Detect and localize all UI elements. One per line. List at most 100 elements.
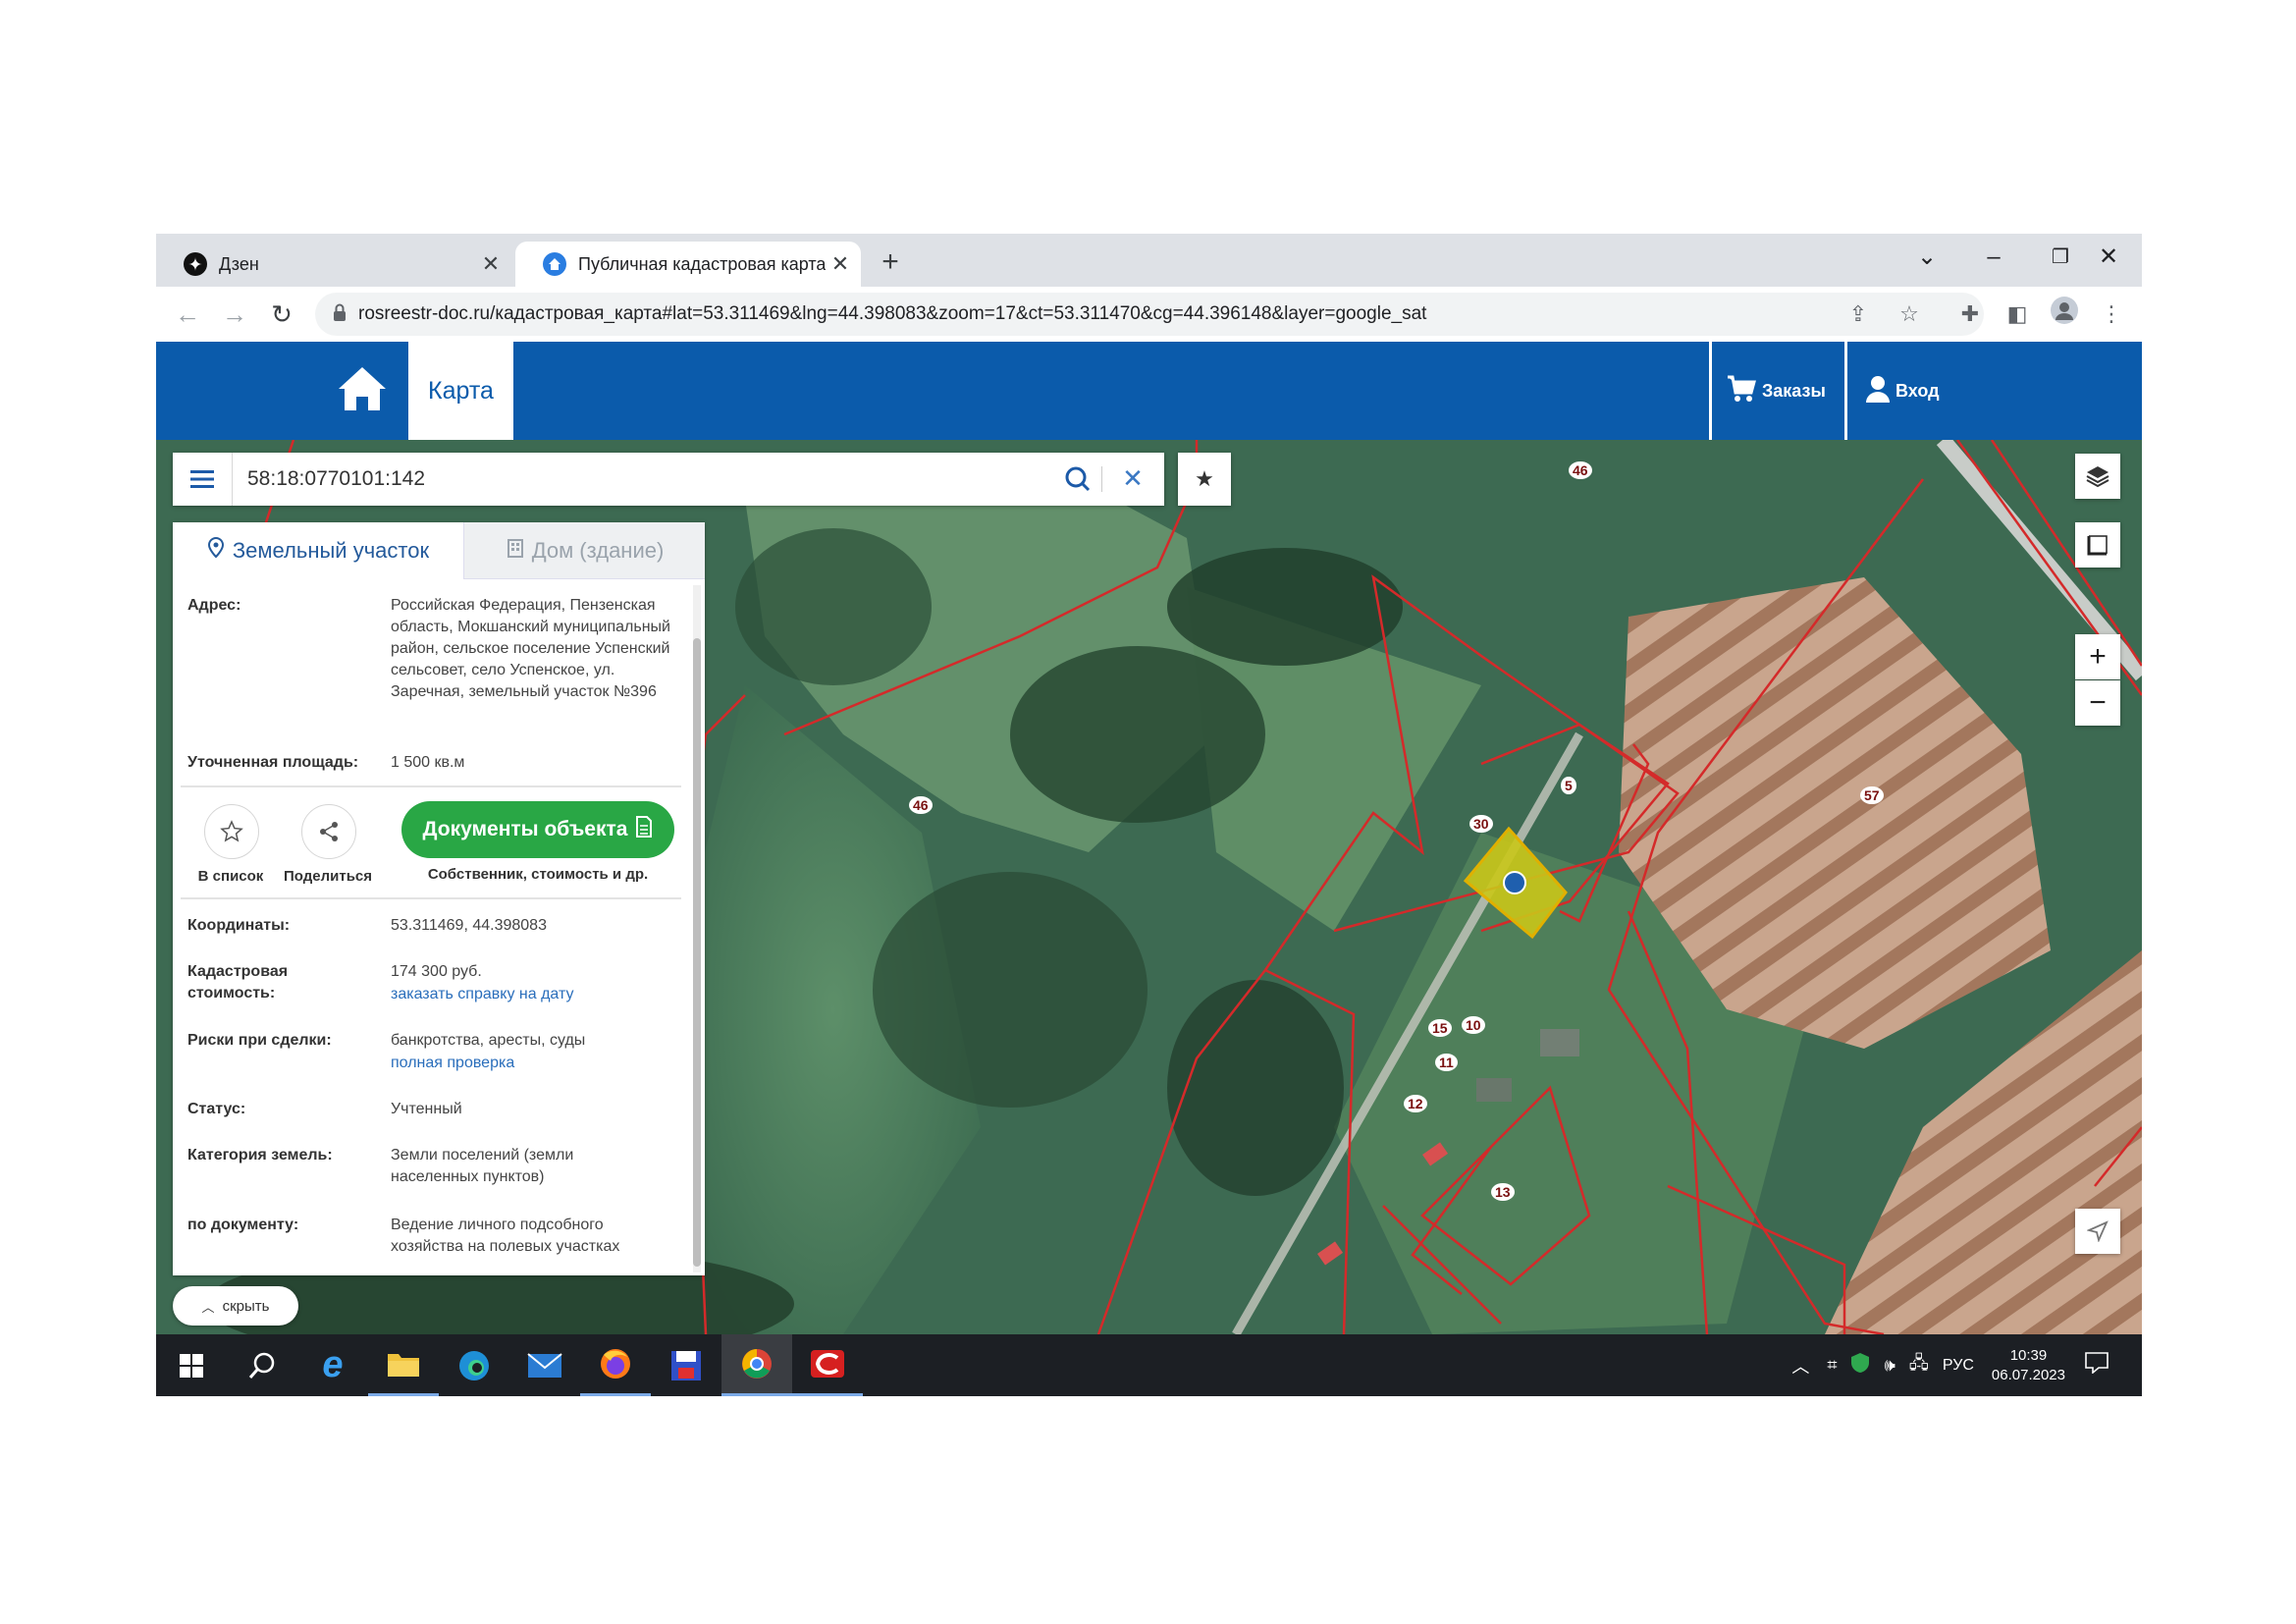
panel-tabs: Земельный участок Дом (здание)	[173, 522, 705, 579]
security-shield-icon[interactable]	[1850, 1352, 1870, 1379]
profile-avatar-icon[interactable]	[2047, 297, 2082, 332]
coordinates-label: Координаты:	[187, 917, 291, 934]
start-button[interactable]	[156, 1334, 227, 1396]
close-icon[interactable]: ✕	[476, 251, 506, 277]
search-taskbar-button[interactable]	[227, 1334, 297, 1396]
parcel-number-label: 46	[909, 796, 933, 814]
meeting-icon[interactable]: ⌗	[1827, 1355, 1837, 1376]
object-info-panel: Земельный участок Дом (здание) Адрес: Ро…	[173, 522, 705, 1275]
hide-panel-button[interactable]: ︿ скрыть	[173, 1286, 298, 1326]
window-close-button[interactable]: ✕	[2075, 238, 2142, 277]
volume-icon[interactable]: 🕪	[1884, 1355, 1895, 1376]
tab-house-building[interactable]: Дом (здание)	[463, 522, 705, 579]
share-icon	[320, 822, 338, 841]
search-icon[interactable]	[1063, 464, 1093, 494]
nav-tab-map[interactable]: Карта	[408, 342, 513, 440]
tab-dzen[interactable]: Дзен ✕	[156, 242, 511, 287]
browser-menu-icon[interactable]: ⋮	[2094, 297, 2129, 332]
clock[interactable]: 10:39 06.07.2023	[1992, 1346, 2065, 1385]
divider	[181, 785, 681, 787]
hide-label: скрыть	[222, 1297, 270, 1315]
file-explorer-icon[interactable]	[368, 1334, 439, 1396]
parcel-number-label: 10	[1462, 1016, 1485, 1034]
cadastral-cost-value: 174 300 руб.	[391, 963, 482, 980]
clear-search-button[interactable]: ✕	[1115, 460, 1150, 496]
risks-value: банкротства, аресты, суды	[391, 1032, 586, 1049]
extensions-icon[interactable]: ✚	[1952, 297, 1988, 332]
by-document-value: Ведение личного подсобного хозяйства на …	[391, 1217, 620, 1255]
tab-label: Дом (здание)	[531, 537, 665, 563]
document-icon	[635, 816, 653, 843]
geolocate-button[interactable]	[2075, 1209, 2120, 1254]
close-icon[interactable]: ✕	[826, 251, 855, 277]
bookmark-star-icon[interactable]: ☆	[1892, 297, 1927, 332]
area-label: Уточненная площадь:	[187, 754, 359, 771]
side-panel-icon[interactable]: ◧	[2000, 297, 2035, 332]
navigation-arrow-icon	[2087, 1220, 2109, 1242]
parcel-number-label: 30	[1469, 815, 1493, 833]
parcel-number-label: 15	[1428, 1019, 1452, 1037]
parcel-number-label: 57	[1860, 786, 1884, 804]
docs-subtitle: Собственник, стоимость и др.	[427, 866, 649, 883]
user-icon	[1866, 375, 1890, 407]
hamburger-icon	[190, 470, 214, 488]
home-icon[interactable]	[333, 359, 392, 418]
parcel-number-label: 5	[1561, 777, 1576, 794]
search-divider	[1101, 466, 1102, 492]
dzen-icon	[184, 252, 207, 276]
cart-icon	[1727, 375, 1756, 407]
risks-label: Риски при сделки:	[187, 1032, 332, 1049]
firefox-icon[interactable]	[580, 1334, 651, 1396]
building-icon	[507, 538, 524, 564]
map-view[interactable]: 46 46 57 5 30 10 11 12 13 15 58:18:07701…	[156, 440, 2142, 1334]
share-button[interactable]	[301, 804, 356, 859]
forward-button[interactable]: →	[215, 295, 254, 334]
panel-scrollbar[interactable]	[693, 638, 701, 1267]
share-page-icon[interactable]: ⇪	[1841, 297, 1876, 332]
measure-ruler-button[interactable]	[2075, 522, 2120, 568]
header-divider	[1844, 342, 1847, 440]
menu-button[interactable]	[173, 453, 233, 506]
full-check-link[interactable]: полная проверка	[391, 1053, 670, 1074]
red-app-icon[interactable]	[792, 1334, 863, 1396]
tab-strip: Дзен ✕ Публичная кадастровая карта 2 ✕ +…	[156, 234, 2142, 287]
reload-button[interactable]: ↻	[262, 295, 301, 334]
notifications-icon[interactable]	[2085, 1352, 2109, 1379]
layers-button[interactable]	[2075, 454, 2120, 499]
header-divider	[1709, 342, 1712, 440]
address-bar[interactable]: rosreestr-doc.ru/кадастровая_карта#lat=5…	[315, 293, 1984, 336]
mail-icon[interactable]	[509, 1334, 580, 1396]
floppy-save-icon[interactable]	[651, 1334, 721, 1396]
back-button[interactable]: ←	[168, 295, 207, 334]
login-button[interactable]: Вход	[1866, 342, 1940, 440]
internet-explorer-icon[interactable]: e	[297, 1334, 368, 1396]
orders-label: Заказы	[1762, 380, 1826, 401]
language-indicator[interactable]: РУС	[1943, 1357, 1974, 1375]
order-certificate-link[interactable]: заказать справку на дату	[391, 984, 670, 1005]
search-input[interactable]: 58:18:0770101:142	[247, 453, 425, 506]
network-icon[interactable]: 🖧	[1909, 1351, 1929, 1380]
object-documents-button[interactable]: Документы объекта	[401, 801, 674, 858]
tab-search-chevron-icon[interactable]: ⌄	[1894, 238, 1960, 277]
tab-cadastral-map[interactable]: Публичная кадастровая карта 2 ✕	[515, 242, 861, 287]
add-to-list-label: В список	[197, 868, 264, 885]
tab-land-plot[interactable]: Земельный участок	[173, 522, 463, 579]
zoom-out-button[interactable]: −	[2075, 680, 2120, 726]
add-to-list-button[interactable]	[204, 804, 259, 859]
status-label: Статус:	[187, 1101, 246, 1117]
chevron-up-icon[interactable]: ︿	[1791, 1353, 1809, 1379]
chrome-icon[interactable]	[721, 1334, 792, 1396]
clock-time: 10:39	[2009, 1346, 2048, 1364]
chevron-up-icon: ︿	[201, 1299, 215, 1315]
new-tab-button[interactable]: +	[873, 245, 908, 279]
address-label: Адрес:	[187, 597, 241, 614]
edge-browser-icon[interactable]	[439, 1334, 509, 1396]
tab-label: Земельный участок	[232, 538, 430, 563]
minimize-button[interactable]: –	[1960, 238, 2027, 277]
favorites-star-button[interactable]: ★	[1178, 453, 1231, 506]
zoom-in-button[interactable]: +	[2075, 634, 2120, 679]
orders-button[interactable]: Заказы	[1727, 342, 1826, 440]
land-category-label: Категория земель:	[187, 1147, 333, 1164]
browser-window: Дзен ✕ Публичная кадастровая карта 2 ✕ +…	[156, 234, 2142, 1396]
windows-taskbar: e ︿ ⌗ 🕪 🖧 РУС 10:39 06.07.2023	[156, 1334, 2142, 1396]
